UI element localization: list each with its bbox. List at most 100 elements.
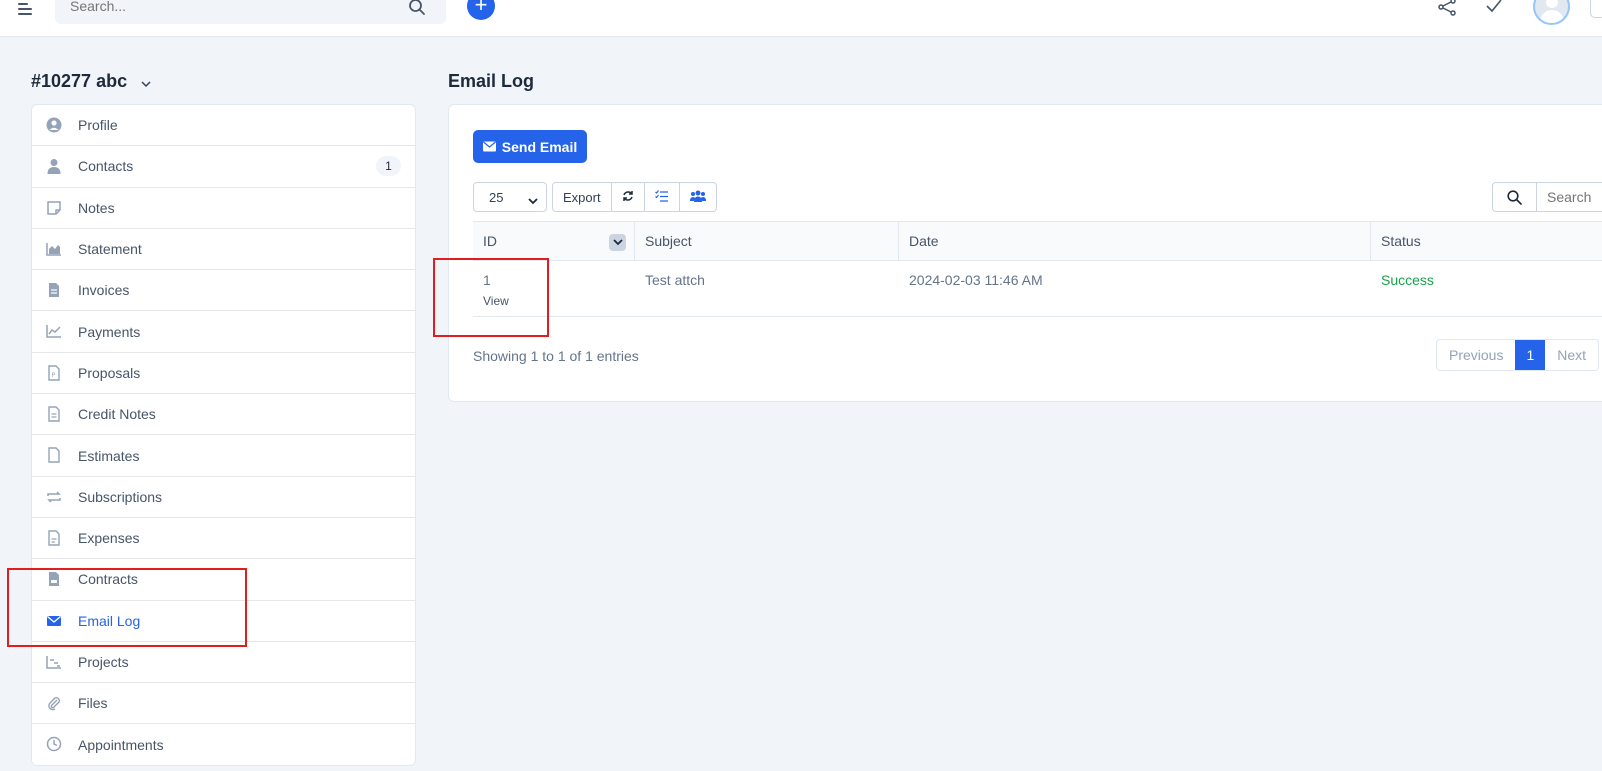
sidebar-item-invoices[interactable]: Invoices: [32, 270, 415, 312]
column-label: Status: [1381, 233, 1421, 249]
menu-toggle-icon[interactable]: [18, 0, 32, 15]
client-title[interactable]: #10277 abc: [31, 71, 152, 93]
column-header-subject[interactable]: Subject: [635, 222, 899, 260]
paperclip-icon: [46, 695, 62, 711]
sidebar-item-label: Profile: [78, 117, 118, 134]
contacts-count-badge: 1: [376, 156, 401, 177]
table-info: Showing 1 to 1 of 1 entries: [473, 348, 639, 364]
table-toolbar: 25 Export: [473, 182, 717, 212]
sort-desc-icon[interactable]: [609, 234, 626, 251]
sticky-note-icon: [46, 200, 62, 216]
client-sidebar: Profile Contacts 1 Notes Statement Invoi…: [31, 104, 416, 766]
repeat-icon: [46, 489, 62, 505]
sidebar-item-contacts[interactable]: Contacts 1: [32, 146, 415, 188]
sidebar-item-label: Payments: [78, 323, 141, 340]
file-expense-icon: [46, 530, 62, 546]
quick-create-button[interactable]: +: [467, 0, 495, 20]
check-icon[interactable]: [1485, 0, 1503, 19]
area-chart-icon: [46, 241, 62, 257]
sidebar-item-label: Notes: [78, 199, 115, 216]
sidebar-item-label: Projects: [78, 654, 129, 670]
sidebar-item-estimates[interactable]: Estimates: [32, 435, 415, 477]
send-email-label: Send Email: [501, 138, 578, 155]
sidebar-item-label: Credit Notes: [78, 406, 156, 423]
page-title: Email Log: [448, 71, 535, 91]
sidebar-item-label: Invoices: [78, 282, 130, 299]
sidebar-item-proposals[interactable]: P Proposals: [32, 353, 415, 395]
sidebar-item-profile[interactable]: Profile: [32, 105, 415, 147]
sidebar-item-payments[interactable]: Payments: [32, 311, 415, 353]
file-proposal-icon: P: [46, 365, 62, 381]
sidebar-item-expenses[interactable]: Expenses: [32, 518, 415, 560]
export-button[interactable]: Export: [553, 183, 612, 211]
email-log-panel: Send Email 25 Export ID Subject Date Sta…: [448, 104, 1602, 402]
cell-date: 2024-02-03 11:46 AM: [909, 272, 1043, 288]
column-label: ID: [483, 233, 497, 249]
global-search: [55, 0, 446, 24]
file-lines-icon: [46, 406, 62, 422]
sidebar-item-label: Subscriptions: [78, 488, 163, 505]
chart-gantt-icon: [46, 654, 62, 670]
page-length-select[interactable]: 25: [473, 182, 547, 212]
column-label: Date: [909, 233, 939, 249]
sidebar-item-label: Files: [78, 695, 108, 712]
refresh-icon: [622, 190, 634, 205]
sidebar-item-label: Proposals: [78, 364, 141, 381]
share-icon[interactable]: [1437, 0, 1457, 21]
sidebar-item-label: Estimates: [78, 447, 140, 464]
user-circle-icon: [46, 117, 62, 133]
refresh-button[interactable]: [612, 183, 645, 211]
column-label: Subject: [645, 233, 692, 249]
pagination-page-1[interactable]: 1: [1515, 340, 1546, 370]
sidebar-item-subscriptions[interactable]: Subscriptions: [32, 477, 415, 518]
page-length-value: 25: [489, 189, 504, 205]
sidebar-item-files[interactable]: Files: [32, 683, 415, 725]
table-row: 1 View Test attch 2024-02-03 11:46 AM Su…: [473, 261, 1602, 317]
pagination: Previous 1 Next: [1436, 339, 1600, 371]
sidebar-item-statement[interactable]: Statement: [32, 229, 415, 271]
sidebar-item-label: Appointments: [78, 737, 164, 754]
envelope-icon: [482, 139, 496, 155]
topbar-extra-button[interactable]: [1590, 0, 1602, 18]
chevron-down-icon: [528, 193, 538, 208]
highlight-box-view-link: [433, 258, 549, 337]
cell-subject: Test attch: [645, 272, 705, 288]
pagination-previous[interactable]: Previous: [1437, 340, 1515, 370]
sidebar-item-label: Expenses: [78, 530, 140, 547]
svg-text:P: P: [52, 372, 56, 379]
global-search-input[interactable]: [70, 0, 400, 18]
contacts-filter-button[interactable]: [680, 183, 716, 211]
user-avatar[interactable]: [1533, 0, 1570, 25]
search-icon[interactable]: [1493, 183, 1537, 211]
file-icon: [46, 447, 62, 464]
line-chart-icon: [46, 323, 62, 339]
table-header: ID Subject Date Status: [473, 221, 1602, 261]
clock-icon: [46, 736, 62, 752]
table-search: [1492, 182, 1602, 212]
pagination-next[interactable]: Next: [1545, 340, 1598, 370]
users-icon: [689, 190, 706, 205]
sidebar-item-projects[interactable]: Projects: [32, 642, 415, 684]
chevron-down-icon: [140, 72, 152, 93]
highlight-box-email-log: [7, 568, 247, 647]
sidebar-item-credit-notes[interactable]: Credit Notes: [32, 394, 415, 436]
table-search-input[interactable]: [1537, 183, 1602, 211]
email-log-table: ID Subject Date Status 1 View Test attch…: [473, 221, 1602, 317]
column-header-status[interactable]: Status: [1371, 222, 1602, 260]
sidebar-item-label: Contacts: [78, 158, 134, 175]
send-email-button[interactable]: Send Email: [473, 130, 587, 163]
top-navbar: +: [0, 0, 1602, 37]
column-header-date[interactable]: Date: [899, 222, 1371, 260]
sidebar-item-notes[interactable]: Notes: [32, 188, 415, 229]
plus-icon: +: [474, 0, 488, 17]
sidebar-item-appointments[interactable]: Appointments: [32, 724, 415, 765]
user-icon: [46, 158, 62, 175]
client-title-text: #10277 abc: [31, 71, 128, 91]
sidebar-item-label: Statement: [78, 241, 142, 258]
column-header-id[interactable]: ID: [473, 222, 635, 260]
list-check-icon: [654, 189, 669, 205]
search-icon[interactable]: [408, 0, 426, 21]
bulk-actions-button[interactable]: [645, 183, 680, 211]
file-invoice-icon: [46, 282, 62, 298]
cell-status: Success: [1381, 272, 1434, 288]
